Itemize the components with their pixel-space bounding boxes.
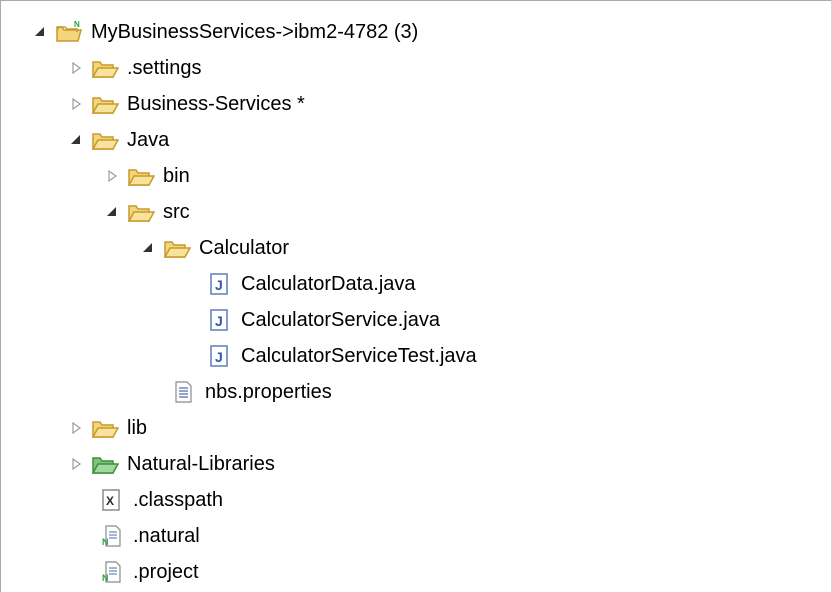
folder-icon	[91, 91, 119, 117]
svg-text:J: J	[215, 349, 223, 365]
folder-icon	[91, 55, 119, 81]
tree-node-label: bin	[163, 165, 190, 187]
tree-node-settings[interactable]: .settings	[1, 50, 831, 86]
folder-icon	[91, 127, 119, 153]
expanded-arrow-icon[interactable]	[139, 239, 157, 257]
natural-file-icon: N	[97, 559, 125, 585]
project-folder-icon: N	[55, 19, 83, 45]
tree-node-label: src	[163, 201, 190, 223]
tree-node-natural[interactable]: N .natural	[1, 518, 831, 554]
svg-text:J: J	[215, 277, 223, 293]
expanded-arrow-icon[interactable]	[103, 203, 121, 221]
tree-node-label: Java	[127, 129, 170, 151]
tree-node-label: .settings	[127, 57, 202, 79]
collapsed-arrow-icon[interactable]	[103, 167, 121, 185]
tree-node-label: .project	[133, 561, 199, 583]
xml-file-icon: X	[97, 487, 125, 513]
tree-node-label: .classpath	[133, 489, 224, 511]
tree-node-root[interactable]: N MyBusinessServices->ibm2-4782 (3)	[1, 14, 831, 50]
java-file-icon: J	[205, 271, 233, 297]
tree-node-label: CalculatorData.java	[241, 273, 416, 295]
project-tree: N MyBusinessServices->ibm2-4782 (3) .set…	[1, 14, 831, 590]
tree-node-label: Business-Services *	[127, 93, 305, 115]
folder-icon	[163, 235, 191, 261]
expanded-arrow-icon[interactable]	[31, 23, 49, 41]
tree-node-bin[interactable]: bin	[1, 158, 831, 194]
tree-node-label: MyBusinessServices->ibm2-4782 (3)	[91, 21, 419, 43]
folder-icon	[91, 415, 119, 441]
tree-node-project[interactable]: N .project	[1, 554, 831, 590]
collapsed-arrow-icon[interactable]	[67, 419, 85, 437]
text-file-icon	[169, 379, 197, 405]
tree-node-natural-libraries[interactable]: Natural-Libraries	[1, 446, 831, 482]
tree-node-label: lib	[127, 417, 148, 439]
svg-text:N: N	[102, 573, 109, 583]
tree-node-nbs-properties[interactable]: nbs.properties	[1, 374, 831, 410]
tree-node-java[interactable]: Java	[1, 122, 831, 158]
folder-icon	[127, 199, 155, 225]
collapsed-arrow-icon[interactable]	[67, 59, 85, 77]
tree-node-label: CalculatorServiceTest.java	[241, 345, 477, 367]
next-row-fragment	[1, 586, 831, 592]
tree-node-calculator[interactable]: Calculator	[1, 230, 831, 266]
tree-node-classpath[interactable]: X .classpath	[1, 482, 831, 518]
java-file-icon: J	[205, 343, 233, 369]
tree-node-business-services[interactable]: Business-Services *	[1, 86, 831, 122]
expanded-arrow-icon[interactable]	[67, 131, 85, 149]
tree-node-calculator-service[interactable]: J CalculatorService.java	[1, 302, 831, 338]
tree-node-label: nbs.properties	[205, 381, 332, 403]
tree-node-calculator-data[interactable]: J CalculatorData.java	[1, 266, 831, 302]
natural-file-icon: N	[97, 523, 125, 549]
tree-node-label: Calculator	[199, 237, 290, 259]
tree-node-calculator-service-test[interactable]: J CalculatorServiceTest.java	[1, 338, 831, 374]
collapsed-arrow-icon[interactable]	[67, 95, 85, 113]
natural-library-folder-icon	[91, 451, 119, 477]
tree-node-src[interactable]: src	[1, 194, 831, 230]
java-file-icon: J	[205, 307, 233, 333]
tree-node-lib[interactable]: lib	[1, 410, 831, 446]
svg-text:J: J	[215, 313, 223, 329]
tree-node-label: .natural	[133, 525, 200, 547]
project-explorer-view: N MyBusinessServices->ibm2-4782 (3) .set…	[0, 0, 832, 592]
svg-text:X: X	[106, 494, 114, 508]
tree-node-label: CalculatorService.java	[241, 309, 440, 331]
tree-node-label: Natural-Libraries	[127, 453, 275, 475]
svg-text:N: N	[102, 537, 109, 547]
collapsed-arrow-icon[interactable]	[67, 455, 85, 473]
svg-text:N: N	[74, 20, 80, 29]
folder-icon	[127, 163, 155, 189]
